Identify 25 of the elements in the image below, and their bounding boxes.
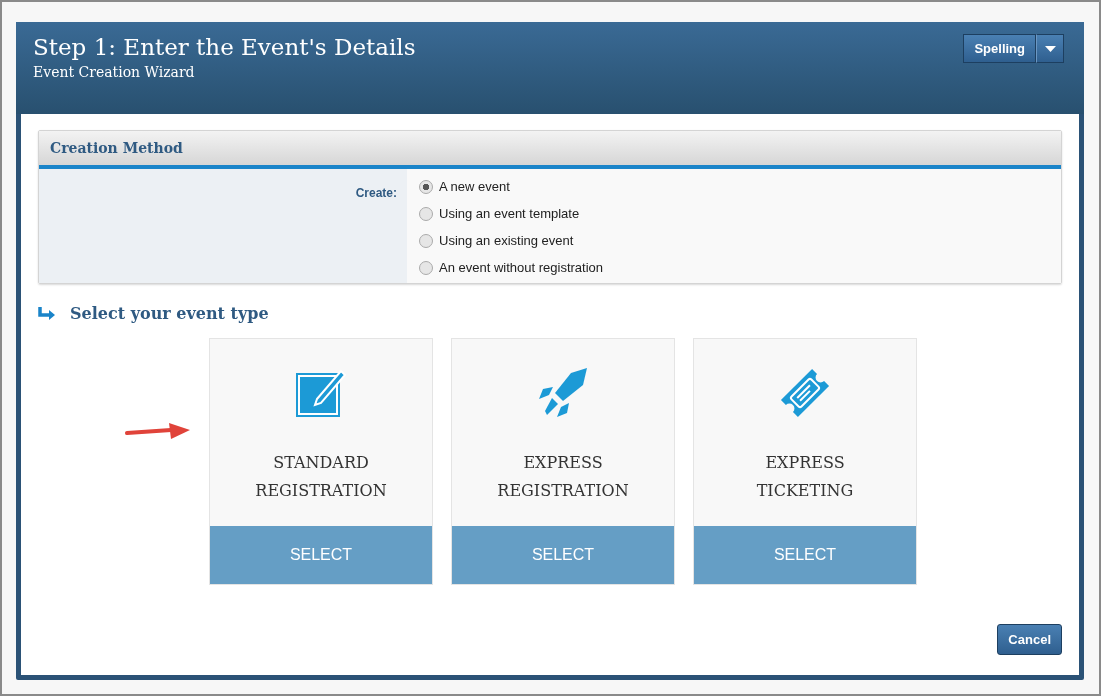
panel-title: Creation Method: [39, 131, 1061, 169]
radio-button[interactable]: [419, 179, 433, 194]
dropdown-button[interactable]: [1036, 34, 1064, 63]
select-button[interactable]: SELECT: [694, 526, 916, 584]
radio-label[interactable]: A new event: [439, 179, 510, 194]
turn-arrow-icon: [38, 306, 56, 321]
cancel-button[interactable]: Cancel: [997, 624, 1062, 655]
section-heading: Select your event type: [70, 304, 269, 323]
radio-button[interactable]: [419, 233, 433, 248]
radio-button[interactable]: [419, 260, 433, 275]
dialog-subtitle: Event Creation Wizard: [33, 64, 196, 80]
radio-button[interactable]: [419, 206, 433, 221]
radio-label[interactable]: An event without registration: [439, 260, 604, 275]
radio-label[interactable]: Using an event template: [439, 206, 580, 221]
select-button[interactable]: SELECT: [210, 526, 432, 584]
field-label: Create:: [355, 186, 397, 200]
card-title: STANDARD REGISTRATION: [255, 452, 387, 502]
card-title: EXPRESS REGISTRATION: [497, 452, 629, 502]
card-title: EXPRESS TICKETING: [756, 452, 854, 502]
radio-label[interactable]: Using an existing event: [439, 233, 574, 248]
spelling-button[interactable]: Spelling: [963, 34, 1036, 63]
caret-icon: [1044, 45, 1056, 52]
select-button[interactable]: SELECT: [452, 526, 674, 584]
dialog-title: Step 1: Enter the Event's Details: [33, 34, 416, 60]
annotation-arrow: [125, 421, 191, 442]
